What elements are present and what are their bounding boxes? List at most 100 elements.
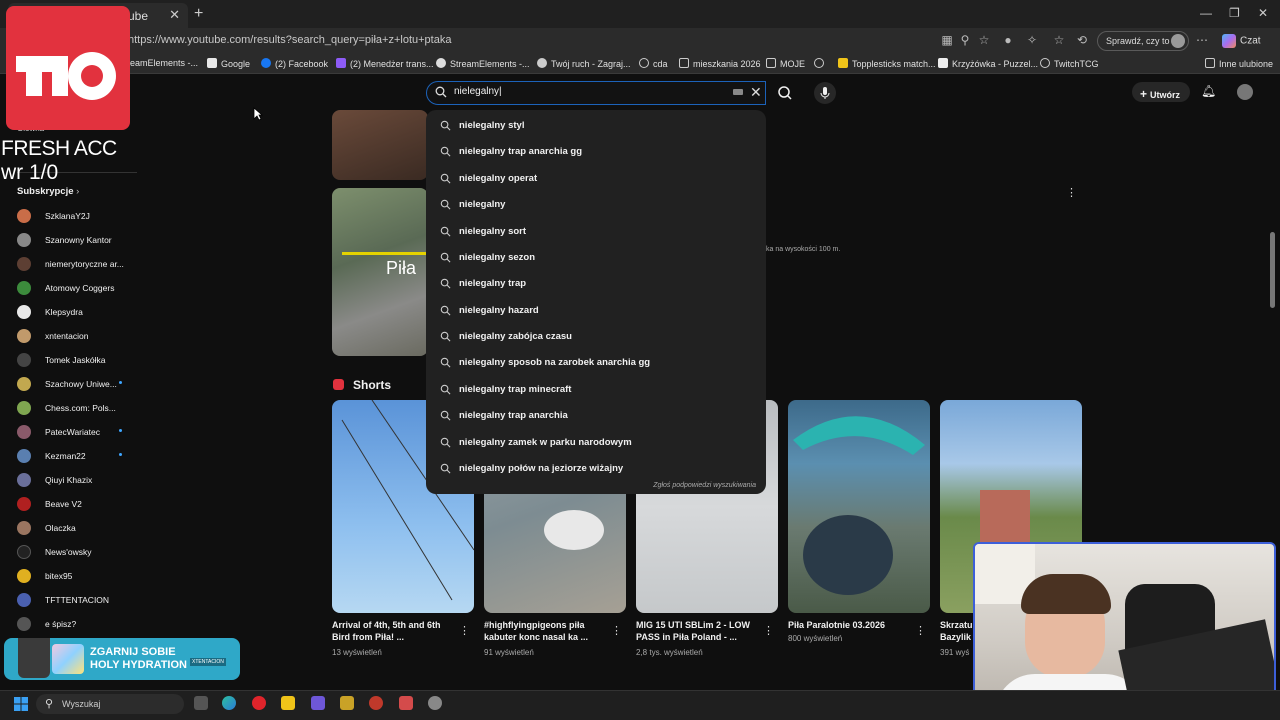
short-more-icon[interactable]: ⋮ — [611, 624, 622, 637]
sidebar-sub-item[interactable]: PatecWariatec — [17, 425, 127, 439]
banner-tag: XTENTACION — [190, 658, 226, 666]
account-avatar[interactable] — [1237, 84, 1253, 100]
sidebar-sub-item[interactable]: Szachowy Uniwe... — [17, 377, 127, 391]
maximize-icon[interactable]: ❐ — [1229, 6, 1240, 20]
app-icon[interactable] — [428, 696, 442, 710]
teams-icon[interactable] — [311, 696, 325, 710]
sidebar-sub-item[interactable]: Tomek Jaskółka — [17, 353, 105, 367]
minimize-icon[interactable]: — — [1200, 6, 1212, 20]
suggestion-item[interactable]: nielegalny operat — [440, 173, 537, 184]
short-title[interactable]: Piła Paralotnie 03.2026 — [788, 619, 908, 631]
sidebar-sub-item[interactable]: Szanowny Kantor — [17, 233, 112, 247]
copilot-chat-button[interactable]: Czat — [1222, 34, 1261, 48]
search-button[interactable] — [770, 81, 800, 105]
taskbar-search[interactable]: ⚲ Wyszukaj — [36, 694, 184, 714]
suggestion-item[interactable]: nielegalny trap anarchia gg — [440, 146, 582, 157]
suggestion-item[interactable]: nielegalny sezon — [440, 252, 535, 263]
clear-search-icon[interactable]: ✕ — [750, 84, 762, 101]
favorites-icon[interactable]: ☆ — [1052, 33, 1066, 47]
sidebar-sub-item[interactable]: bitex95 — [17, 569, 72, 583]
file-explorer-icon[interactable] — [281, 696, 295, 710]
suggestion-item[interactable]: nielegalny sort — [440, 226, 526, 237]
sidebar-sub-item[interactable]: niemerytoryczne ar... — [17, 257, 124, 271]
search-icon: ⚲ — [45, 698, 54, 710]
task-view-icon[interactable] — [194, 696, 208, 710]
bookmark-folder[interactable]: MOJE — [766, 58, 805, 69]
bookmark-item[interactable]: (2) Menedżer trans... — [336, 58, 434, 69]
bookmark-item[interactable]: eamElements -... — [130, 58, 198, 68]
subscriptions-heading[interactable]: Subskrypcje › — [17, 186, 79, 197]
bookmark-item[interactable]: Google — [207, 58, 250, 69]
bookmark-item[interactable]: TwitchTCG — [1040, 58, 1099, 69]
sidebar-sub-item[interactable]: SzklanaY2J — [17, 209, 90, 223]
sidebar-sub-item[interactable]: Beave V2 — [17, 497, 82, 511]
short-thumbnail[interactable] — [788, 400, 930, 613]
bookmark-item[interactable]: (2) Facebook — [261, 58, 328, 69]
short-title[interactable]: MIG 15 UTI SBLim 2 - LOW PASS in Piła Pol… — [636, 619, 758, 643]
app-icon[interactable] — [369, 696, 383, 710]
sidebar-sub-item[interactable]: Qiuyi Khazix — [17, 473, 92, 487]
bookmark-item[interactable]: StreamElements -... — [436, 58, 530, 69]
bookmark-item[interactable]: Krzyżówka - Puzzel... — [938, 58, 1038, 69]
sidebar-sub-item[interactable]: e śpisz? — [17, 617, 76, 631]
edge-browser-icon[interactable] — [222, 696, 236, 710]
suggestion-item[interactable]: nielegalny zamek w parku narodowym — [440, 437, 632, 448]
sidebar-sub-item[interactable]: News'owsky — [17, 545, 92, 559]
suggestion-item[interactable]: nielegalny hazard — [440, 305, 539, 316]
plus-icon: + — [1140, 87, 1148, 101]
other-favorites[interactable]: Inne ulubione — [1205, 58, 1273, 69]
video-thumbnail[interactable] — [332, 110, 428, 180]
bookmark-folder[interactable]: mieszkania 2026 — [679, 58, 761, 69]
notifications-bell-icon[interactable]: 🔔︎ — [1201, 84, 1216, 98]
sidebar-sub-item[interactable]: Atomowy Coggers — [17, 281, 114, 295]
league-icon[interactable] — [340, 696, 354, 710]
window-close-icon[interactable]: ✕ — [1258, 6, 1268, 20]
video-more-icon[interactable]: ⋮ — [1066, 186, 1077, 199]
app-icon[interactable] — [399, 696, 413, 710]
extensions-puzzle-icon[interactable]: ✧ — [1025, 33, 1039, 47]
page-scrollbar[interactable] — [1270, 232, 1275, 308]
zoom-icon[interactable]: ⚲ — [958, 33, 972, 47]
sidebar-sub-item[interactable]: Kezman22 — [17, 449, 127, 463]
keyboard-icon[interactable] — [733, 89, 743, 95]
more-menu-icon[interactable]: ⋯ — [1195, 33, 1209, 47]
sidebar-sub-item[interactable]: xntentacion — [17, 329, 88, 343]
suggestion-item[interactable]: nielegalny sposob na zarobek anarchia gg — [440, 357, 650, 368]
tab-close-icon[interactable]: ✕ — [169, 7, 180, 23]
create-button[interactable]: + Utwórz — [1132, 82, 1190, 102]
opera-icon[interactable] — [252, 696, 266, 710]
suggestion-item[interactable]: nielegalny połów na jeziorze wiżajny — [440, 463, 623, 474]
voice-search-button[interactable] — [814, 82, 836, 104]
tab-strip — [0, 0, 1280, 28]
sidebar-sub-item[interactable]: Olaczka — [17, 521, 76, 535]
short-title[interactable]: #highflyingpigeons piła kabuter konc nasa… — [484, 619, 604, 643]
new-tab-icon[interactable]: + — [194, 5, 203, 23]
profile-button[interactable]: Sprawdź, czy to Ty — [1097, 31, 1189, 51]
bookmark-item[interactable]: cda — [639, 58, 668, 69]
sidebar-sub-item[interactable]: Klepsydra — [17, 305, 83, 319]
sidebar-sub-item[interactable]: Chess.com: Pols... — [17, 401, 116, 415]
history-icon[interactable]: ⟲ — [1075, 33, 1089, 47]
windows-start-icon[interactable] — [14, 697, 28, 711]
bookmark-item[interactable]: Topplesticks match... — [838, 58, 936, 69]
video-thumbnail[interactable]: Piła — [332, 188, 442, 356]
short-more-icon[interactable]: ⋮ — [763, 624, 774, 637]
search-query-text: nielegalny| — [454, 86, 502, 97]
sidebar-sub-item[interactable]: TFTTENTACION — [17, 593, 109, 607]
favorite-star-icon[interactable]: ☆ — [977, 33, 991, 47]
suggestion-item[interactable]: nielegalny styl — [440, 120, 524, 131]
short-more-icon[interactable]: ⋮ — [915, 624, 926, 637]
apps-icon[interactable]: ▦ — [940, 33, 954, 47]
suggestion-item[interactable]: nielegalny trap — [440, 278, 526, 289]
suggestion-item[interactable]: nielegalny trap minecraft — [440, 384, 571, 395]
suggestion-item[interactable]: nielegalny zabójca czasu — [440, 331, 572, 342]
short-more-icon[interactable]: ⋮ — [459, 624, 470, 637]
bookmark-item[interactable]: Twój ruch - Zagraj... — [537, 58, 631, 69]
url-field[interactable]: https://www.youtube.com/results?search_q… — [128, 34, 451, 46]
report-suggestions-link[interactable]: Zgłoś podpowiedzi wyszukiwania — [653, 482, 756, 489]
suggestion-item[interactable]: nielegalny trap anarchia — [440, 410, 568, 421]
suggestion-item[interactable]: nielegalny — [440, 199, 505, 210]
extension-icon[interactable]: ● — [1001, 33, 1015, 47]
short-title[interactable]: Arrival of 4th, 5th and 6th Bird from Pił… — [332, 619, 452, 643]
bookmark-item[interactable] — [814, 58, 828, 69]
